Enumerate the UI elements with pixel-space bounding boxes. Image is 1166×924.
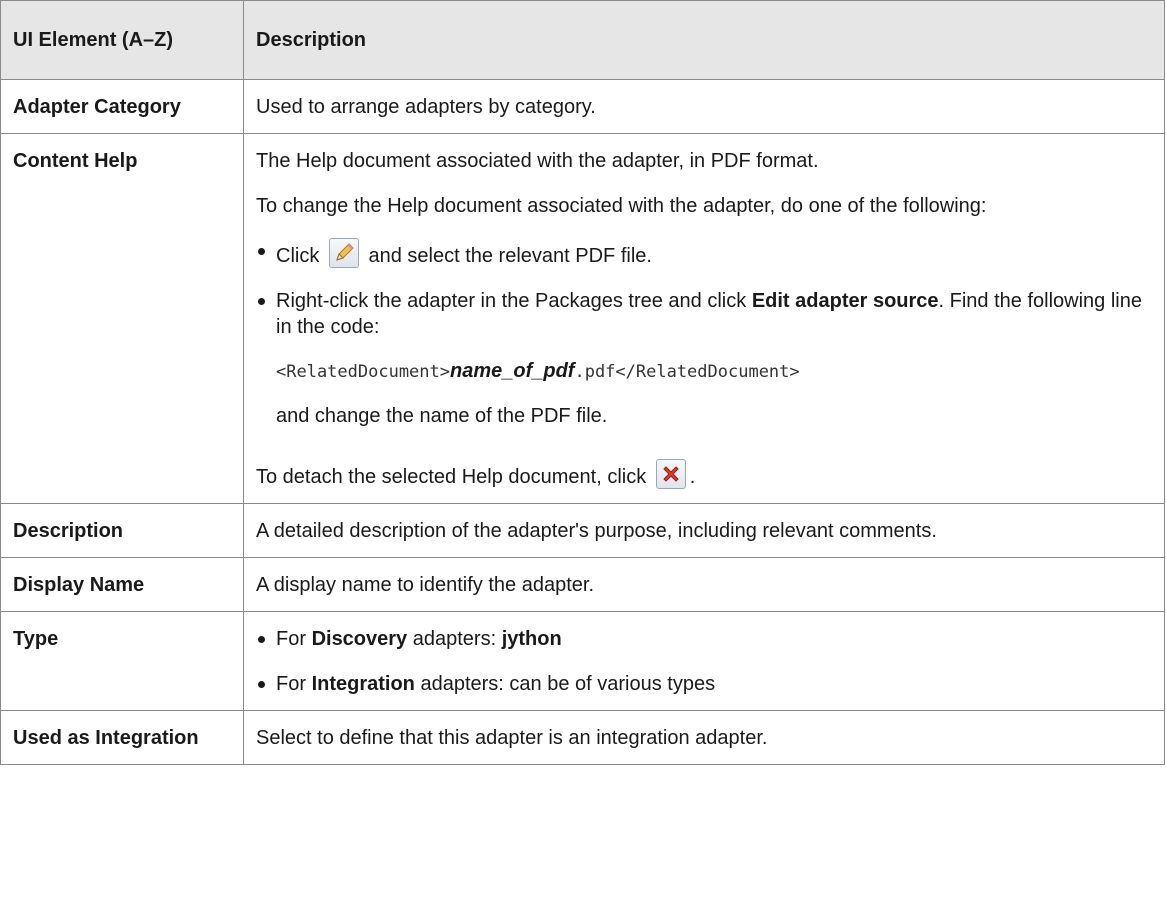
list-item: For Integration adapters: can be of vari… [256,671,1152,697]
list-item: Click and select the relevant PDF file. [256,238,1152,269]
content-help-intro: The Help document associated with the ad… [256,150,819,172]
row-desc-description: A detailed description of the adapter's … [243,503,1165,558]
table-row: Content Help The Help document associate… [0,133,1165,504]
header-ui-element: UI Element (A–Z) [0,0,244,80]
code-line: <RelatedDocument>name_of_pdf.pdf</Relate… [276,358,1152,384]
bullet-bold: Discovery [311,628,408,650]
detach-instruction: To detach the selected Help document, cl… [256,459,1152,490]
bullet-bold: Integration [311,673,415,695]
row-name-used-as-integration: Used as Integration [0,710,244,765]
table-row: Description A detailed description of th… [0,503,1165,558]
header-description: Description [243,0,1165,80]
ui-elements-table: UI Element (A–Z) Description Adapter Cat… [0,0,1165,765]
red-x-delete-icon [655,459,686,489]
list-item: Right-click the adapter in the Packages … [256,288,1152,429]
table-header-row: UI Element (A–Z) Description [0,0,1165,80]
table-row: Type For Discovery adapters: jython For … [0,611,1165,711]
code-placeholder: name_of_pdf [450,360,575,382]
bullet-bold: jython [501,628,562,650]
detach-period: . [689,466,696,488]
pencil-edit-icon [328,238,359,268]
table-row: Display Name A display name to identify … [0,557,1165,612]
type-options: For Discovery adapters: jython For Integ… [256,626,1152,697]
row-desc-content-help: The Help document associated with the ad… [243,133,1165,504]
list-item: For Discovery adapters: jython [256,626,1152,652]
content-help-options: Click and select the relevant PDF file. … [256,238,1152,429]
row-desc-used-as-integration: Select to define that this adapter is an… [243,710,1165,765]
bullet-text: For [276,673,312,695]
bullet-text: adapters: can be of various types [414,673,716,695]
row-name-type: Type [0,611,244,711]
row-name-content-help: Content Help [0,133,244,504]
bullet-text: For [276,628,312,650]
code-followup: and change the name of the PDF file. [276,405,608,427]
row-desc-display-name: A display name to identify the adapter. [243,557,1165,612]
code-tag-open: <RelatedDocument> [276,362,450,382]
table-row: Used as Integration Select to define tha… [0,710,1165,765]
bullet-text: and select the relevant PDF file. [368,245,652,267]
bullet-text: adapters: [407,628,502,650]
row-name-description: Description [0,503,244,558]
table-row: Adapter Category Used to arrange adapter… [0,79,1165,134]
detach-text: To detach the selected Help document, cl… [256,466,647,488]
bullet-text: Click [276,245,320,267]
content-help-instructions: To change the Help document associated w… [256,195,987,217]
row-name-adapter-category: Adapter Category [0,79,244,134]
code-tag-close: .pdf</RelatedDocument> [574,362,800,382]
row-desc-adapter-category: Used to arrange adapters by category. [243,79,1165,134]
bullet-text: Right-click the adapter in the Packages … [276,290,752,312]
row-desc-type: For Discovery adapters: jython For Integ… [243,611,1165,711]
row-name-display-name: Display Name [0,557,244,612]
menu-command: Edit adapter source [751,290,939,312]
